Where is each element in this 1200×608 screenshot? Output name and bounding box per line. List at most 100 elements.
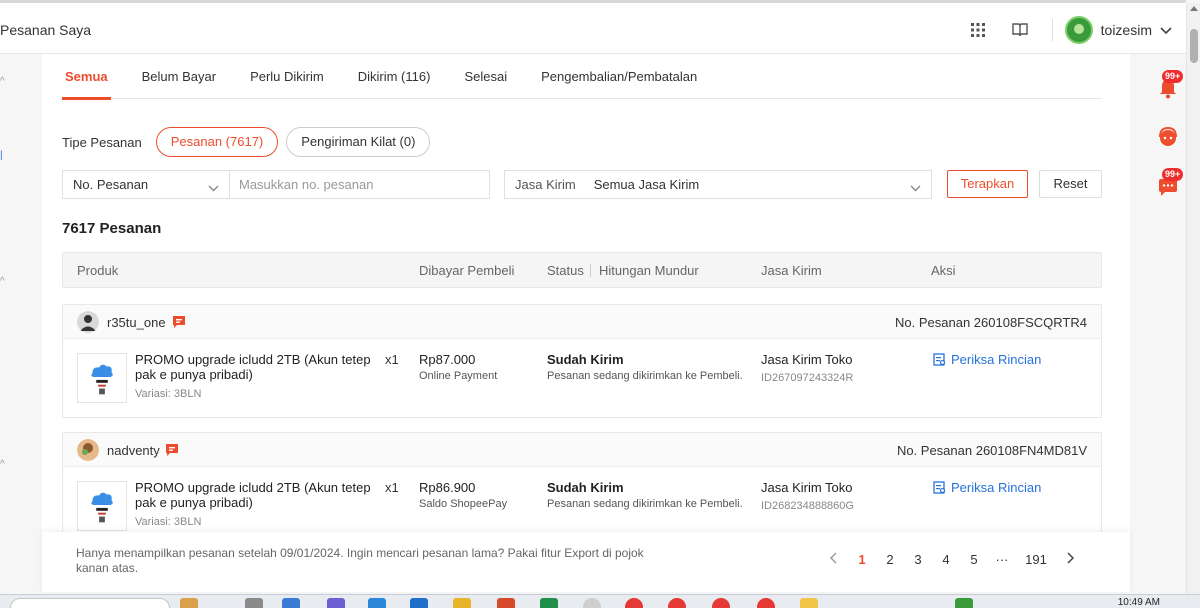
chat-badge: 99+ bbox=[1162, 168, 1184, 181]
order-card: r35tu_one No. Pesanan 260108FSCQRTR4 PRO… bbox=[62, 304, 1102, 418]
header-jasa-kirim: Jasa Kirim bbox=[761, 263, 822, 278]
header-dibayar: Dibayar Pembeli bbox=[419, 263, 515, 278]
buyer-avatar[interactable] bbox=[77, 439, 99, 461]
product-quantity: x1 bbox=[385, 352, 399, 367]
courier-select[interactable]: Jasa Kirim Semua Jasa Kirim bbox=[504, 170, 932, 199]
details-icon bbox=[933, 353, 946, 366]
page-4[interactable]: 4 bbox=[932, 552, 960, 567]
taskbar-app-icon[interactable] bbox=[282, 598, 300, 608]
reset-button[interactable]: Reset bbox=[1039, 170, 1102, 198]
order-status: Sudah Kirim bbox=[547, 352, 624, 367]
book-icon[interactable] bbox=[1010, 20, 1030, 40]
taskbar-app-icon[interactable] bbox=[540, 598, 558, 608]
order-type-label: Tipe Pesanan bbox=[62, 134, 142, 150]
taskbar-app-icon[interactable] bbox=[453, 598, 471, 608]
buyer-name[interactable]: nadventy bbox=[107, 443, 160, 458]
chat-icon[interactable] bbox=[172, 315, 186, 329]
chevron-up-icon[interactable]: ^ bbox=[0, 76, 5, 87]
product-quantity: x1 bbox=[385, 480, 399, 495]
product-thumbnail[interactable] bbox=[77, 481, 127, 531]
page-3[interactable]: 3 bbox=[904, 552, 932, 567]
order-number: No. Pesanan 260108FSCQRTR4 bbox=[895, 315, 1087, 330]
tab-selesai[interactable]: Selesai bbox=[461, 54, 510, 99]
order-header: nadventy No. Pesanan 260108FN4MD81V bbox=[63, 433, 1101, 467]
page-scrollbar[interactable] bbox=[1186, 3, 1200, 594]
footer-note: Hanya menampilkan pesanan setelah 09/01/… bbox=[76, 546, 644, 575]
taskbar-app-icon[interactable] bbox=[180, 598, 198, 608]
taskbar-app-icon[interactable] bbox=[712, 598, 730, 608]
taskbar-app-icon[interactable] bbox=[327, 598, 345, 608]
tab-belum-bayar[interactable]: Belum Bayar bbox=[139, 54, 219, 99]
header-status: Status bbox=[547, 263, 584, 278]
tab-perlu-dikirim[interactable]: Perlu Dikirim bbox=[247, 54, 327, 99]
tab-dikirim[interactable]: Dikirim (116) bbox=[355, 54, 434, 99]
chat-icon[interactable] bbox=[165, 443, 179, 457]
scroll-up-icon[interactable] bbox=[1190, 6, 1198, 11]
chevron-down-icon bbox=[208, 180, 219, 195]
nav-indicator-icon: | bbox=[0, 150, 3, 161]
page-2[interactable]: 2 bbox=[876, 552, 904, 567]
next-page-icon[interactable] bbox=[1056, 552, 1084, 567]
buyer-name[interactable]: r35tu_one bbox=[107, 315, 166, 330]
scroll-thumb[interactable] bbox=[1190, 29, 1198, 63]
avatar[interactable] bbox=[1064, 16, 1093, 44]
tab-pengembalian[interactable]: Pengembalian/Pembatalan bbox=[538, 54, 700, 99]
taskbar-app-icon[interactable] bbox=[757, 598, 775, 608]
order-tabs: Semua Belum Bayar Perlu Dikirim Dikirim … bbox=[62, 54, 1102, 100]
product-name[interactable]: PROMO upgrade icludd 2TB (Akun tetep pak… bbox=[135, 352, 385, 382]
taskbar-app-icon[interactable] bbox=[368, 598, 386, 608]
courier-name: Jasa Kirim Toko bbox=[761, 352, 853, 367]
chevron-down-icon bbox=[910, 180, 921, 195]
apply-button[interactable]: Terapkan bbox=[947, 170, 1028, 198]
view-details-label: Periksa Rincian bbox=[951, 352, 1042, 367]
buyer-avatar[interactable] bbox=[77, 311, 99, 333]
header-aksi: Aksi bbox=[931, 263, 956, 278]
page-last[interactable]: 191 bbox=[1016, 552, 1056, 567]
order-price: Rp86.900 bbox=[419, 480, 476, 495]
apps-grid-icon[interactable] bbox=[968, 20, 988, 40]
top-header: Pesanan Saya toizesim bbox=[0, 0, 1186, 54]
search-by-value: No. Pesanan bbox=[73, 177, 149, 192]
support-agent-icon[interactable] bbox=[1156, 125, 1180, 149]
prev-page-icon[interactable] bbox=[820, 552, 848, 567]
order-type-row: Tipe Pesanan Pesanan (7617) Pengiriman K… bbox=[62, 127, 438, 157]
tab-semua[interactable]: Semua bbox=[62, 54, 111, 100]
user-name[interactable]: toizesim bbox=[1101, 22, 1152, 38]
page-5[interactable]: 5 bbox=[960, 552, 988, 567]
header-divider bbox=[590, 264, 591, 277]
chevron-up-icon[interactable]: ^ bbox=[0, 276, 5, 287]
taskbar-app-icon[interactable] bbox=[245, 598, 263, 608]
table-header: Produk Dibayar Pembeli Status Hitungan M… bbox=[62, 252, 1102, 288]
header-actions: toizesim bbox=[968, 15, 1172, 45]
taskbar-app-icon[interactable] bbox=[800, 598, 818, 608]
search-input[interactable]: Masukkan no. pesanan bbox=[229, 170, 490, 199]
page-title: Pesanan Saya bbox=[0, 22, 92, 38]
page-ellipsis[interactable]: ··· bbox=[988, 552, 1016, 567]
os-taskbar: 10:49 AM bbox=[0, 594, 1200, 608]
search-by-select[interactable]: No. Pesanan bbox=[62, 170, 230, 199]
courier-label: Jasa Kirim bbox=[515, 177, 576, 192]
header-hitungan: Hitungan Mundur bbox=[599, 263, 699, 278]
taskbar-app-icon[interactable] bbox=[668, 598, 686, 608]
taskbar-app-icon[interactable] bbox=[583, 598, 601, 608]
product-thumbnail[interactable] bbox=[77, 353, 127, 403]
pagination: 1 2 3 4 5 ··· 191 bbox=[820, 552, 1084, 567]
order-type-pesanan[interactable]: Pesanan (7617) bbox=[155, 127, 279, 157]
taskbar-app-icon[interactable] bbox=[625, 598, 643, 608]
payment-method: Saldo ShopeePay bbox=[419, 498, 508, 510]
header-produk: Produk bbox=[77, 263, 119, 278]
chevron-down-icon[interactable] bbox=[1160, 23, 1172, 38]
order-type-kilat[interactable]: Pengiriman Kilat (0) bbox=[286, 127, 431, 157]
order-header: r35tu_one No. Pesanan 260108FSCQRTR4 bbox=[63, 305, 1101, 339]
view-details-link[interactable]: Periksa Rincian bbox=[933, 352, 1041, 367]
chevron-up-icon[interactable]: ^ bbox=[0, 459, 5, 470]
product-name[interactable]: PROMO upgrade icludd 2TB (Akun tetep pak… bbox=[135, 480, 385, 510]
page-1[interactable]: 1 bbox=[848, 552, 876, 567]
view-details-link[interactable]: Periksa Rincian bbox=[933, 480, 1041, 495]
taskbar-app-icon[interactable] bbox=[410, 598, 428, 608]
taskbar-search[interactable] bbox=[10, 598, 170, 608]
orders-panel: Semua Belum Bayar Perlu Dikirim Dikirim … bbox=[42, 54, 1130, 592]
order-price: Rp87.000 bbox=[419, 352, 476, 367]
taskbar-app-icon[interactable] bbox=[497, 598, 515, 608]
taskbar-tray-icon[interactable] bbox=[955, 598, 973, 608]
